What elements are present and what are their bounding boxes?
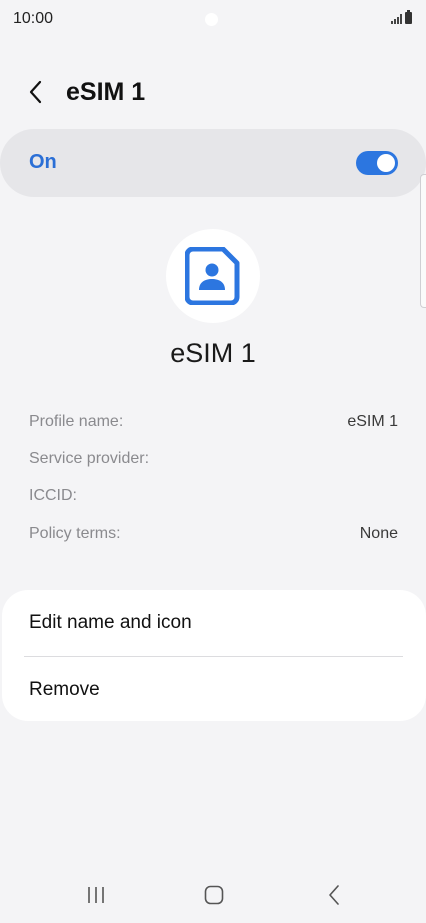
actions-card: Edit name and icon Remove xyxy=(2,590,426,721)
scroll-indicator[interactable] xyxy=(420,174,426,308)
recents-button[interactable] xyxy=(76,878,116,912)
toggle-label: On xyxy=(29,151,57,173)
nav-back-button[interactable] xyxy=(314,878,354,912)
status-bar: 10:00 xyxy=(0,0,426,40)
chevron-left-icon xyxy=(29,80,42,104)
toggle-knob xyxy=(377,154,395,172)
home-icon xyxy=(204,885,224,905)
header: eSIM 1 xyxy=(0,62,426,122)
sim-icon-container xyxy=(166,229,260,323)
detail-label: Profile name: xyxy=(29,413,124,430)
status-time: 10:00 xyxy=(13,10,54,27)
page-title: eSIM 1 xyxy=(66,78,146,106)
back-icon xyxy=(329,885,339,905)
detail-row-service-provider: Service provider: xyxy=(29,450,398,474)
detail-value: None xyxy=(359,525,398,542)
detail-row-profile-name: Profile name: eSIM 1 xyxy=(29,413,398,437)
action-label: Remove xyxy=(29,679,100,700)
detail-label: ICCID: xyxy=(29,487,77,504)
sim-card-person-icon xyxy=(185,247,240,305)
detail-row-iccid: ICCID: xyxy=(29,487,398,511)
camera-cutout xyxy=(205,13,218,26)
action-label: Edit name and icon xyxy=(29,612,192,633)
esim-toggle-switch[interactable] xyxy=(356,151,398,175)
detail-row-policy-terms: Policy terms: None xyxy=(29,525,398,549)
battery-icon xyxy=(405,10,412,24)
sim-name: eSIM 1 xyxy=(170,338,256,368)
signal-icon xyxy=(391,14,402,24)
detail-value: eSIM 1 xyxy=(347,413,398,430)
back-button[interactable] xyxy=(18,74,54,110)
detail-label: Policy terms: xyxy=(29,525,121,542)
recents-icon xyxy=(88,887,104,903)
edit-name-and-icon-button[interactable]: Edit name and icon xyxy=(2,590,426,655)
status-icons xyxy=(391,10,412,24)
detail-label: Service provider: xyxy=(29,450,150,467)
navigation-bar xyxy=(0,870,426,920)
home-button[interactable] xyxy=(194,878,234,912)
remove-button[interactable]: Remove xyxy=(2,657,426,722)
esim-toggle-row[interactable]: On xyxy=(0,129,426,197)
